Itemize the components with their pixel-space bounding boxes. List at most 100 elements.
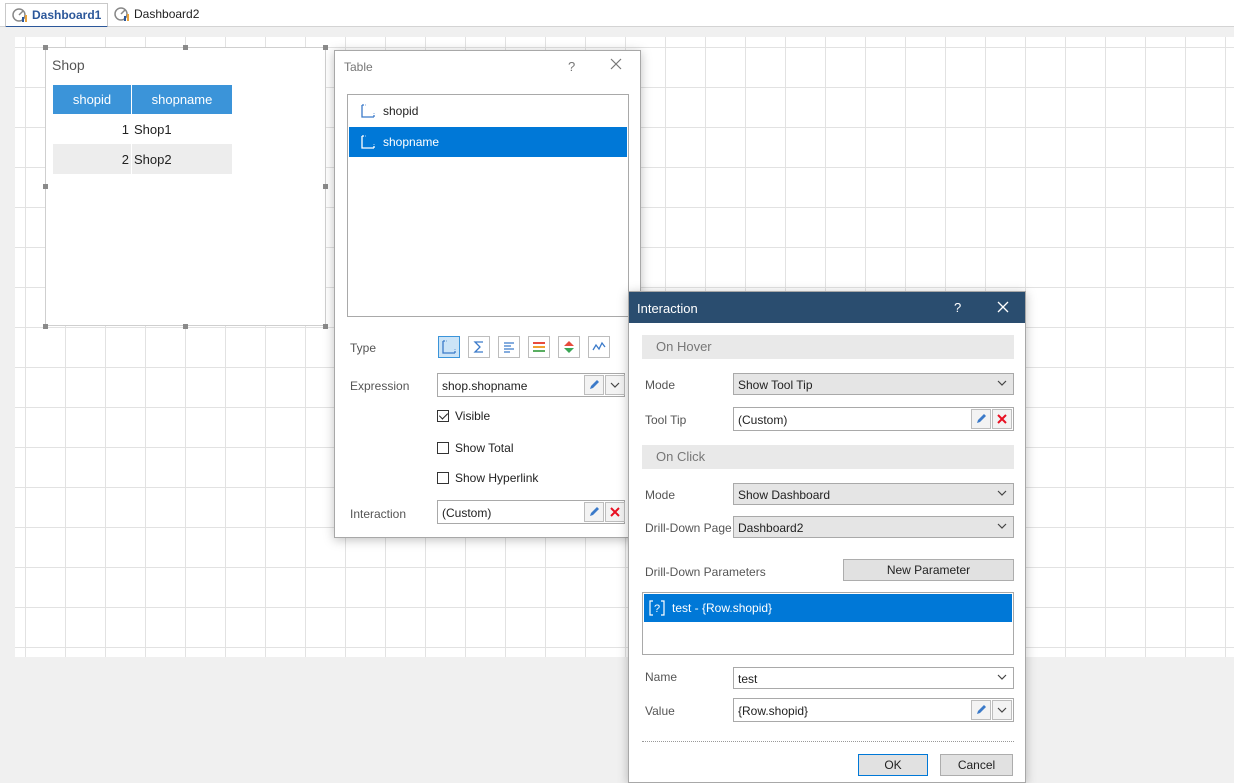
name-value: test (738, 672, 758, 686)
interaction-value: (Custom) (442, 506, 492, 520)
text-align-icon (504, 342, 514, 353)
delete-icon (997, 414, 1007, 424)
show-total-checkbox[interactable]: Show Total (437, 441, 513, 455)
click-mode-select[interactable]: Show Dashboard (733, 483, 1014, 505)
resize-handle[interactable] (323, 45, 328, 50)
resize-handle[interactable] (183, 324, 188, 329)
dialog-title: Table (344, 60, 373, 74)
close-icon (610, 58, 622, 70)
dialog-title-bar[interactable]: Interaction ? (629, 292, 1025, 323)
drilldown-page-select[interactable]: Dashboard2 (733, 516, 1014, 538)
widget-title: Shop (52, 57, 85, 73)
chevron-down-icon (997, 707, 1007, 713)
value-value: {Row.shopid} (738, 704, 809, 718)
dialog-title: Interaction (637, 301, 698, 316)
table-header-row: shopid shopname (53, 85, 232, 114)
tab-dashboard2[interactable]: Dashboard2 (108, 3, 205, 25)
up-down-arrows-icon (564, 341, 574, 353)
ok-button[interactable]: OK (858, 754, 928, 776)
expression-field[interactable]: shop.shopname (437, 373, 625, 397)
tab-dashboard1[interactable]: Dashboard1 (5, 3, 109, 28)
cell-shopname: Shop1 (134, 121, 172, 137)
resize-handle[interactable] (323, 184, 328, 189)
chevron-down-icon (997, 523, 1007, 529)
interaction-label: Interaction (350, 507, 407, 521)
pencil-icon (590, 507, 599, 516)
click-mode-label: Mode (645, 488, 676, 502)
field-list[interactable]: shopid shopname (347, 94, 629, 317)
sigma-icon (473, 341, 483, 353)
tooltip-field[interactable]: (Custom) (733, 407, 1014, 431)
field-item-shopid[interactable]: shopid (349, 96, 627, 126)
name-label: Name (645, 670, 678, 684)
hover-mode-select[interactable]: Show Tool Tip (733, 373, 1014, 395)
select-value: Show Tool Tip (738, 378, 813, 392)
type-sparkline-button[interactable] (588, 336, 610, 358)
type-sum-button[interactable] (468, 336, 490, 358)
type-dimension-button[interactable] (438, 336, 460, 358)
tooltip-label: Tool Tip (645, 413, 687, 427)
help-button[interactable]: ? (954, 300, 961, 315)
type-color-scale-button[interactable] (528, 336, 550, 358)
new-parameter-button[interactable]: New Parameter (843, 559, 1014, 581)
edit-tooltip-button[interactable] (971, 409, 991, 429)
cell-shopid: 1 (53, 114, 132, 144)
column-header-shopname[interactable]: shopname (131, 85, 232, 114)
type-text-button[interactable] (498, 336, 520, 358)
chevron-down-icon (610, 382, 620, 388)
help-button[interactable]: ? (568, 59, 575, 74)
parameter-list[interactable]: ? test - {Row.shopid} (642, 592, 1014, 655)
tab-label: Dashboard2 (134, 7, 200, 21)
hover-mode-label: Mode (645, 378, 676, 392)
show-hyperlink-checkbox[interactable]: Show Hyperlink (437, 471, 538, 485)
close-button[interactable] (996, 300, 1010, 319)
sparkline-icon (592, 341, 606, 351)
pencil-icon (977, 705, 986, 714)
dimension-icon (442, 340, 456, 354)
resize-handle[interactable] (43, 324, 48, 329)
field-label: shopname (383, 135, 440, 149)
dimension-field-icon (361, 135, 375, 149)
remove-tooltip-button[interactable] (992, 409, 1012, 429)
resize-handle[interactable] (43, 184, 48, 189)
svg-text:?: ? (654, 603, 660, 615)
delete-icon (610, 507, 620, 517)
edit-value-button[interactable] (971, 700, 991, 720)
tab-bar: Dashboard1 Dashboard2 (0, 0, 1234, 28)
list-item[interactable]: ? test - {Row.shopid} (644, 594, 1012, 622)
interaction-field[interactable]: (Custom) (437, 500, 625, 524)
expression-dropdown-button[interactable] (605, 375, 625, 395)
edit-expression-button[interactable] (584, 375, 604, 395)
close-icon (997, 301, 1009, 313)
checkbox-box (437, 410, 449, 422)
type-indicator-button[interactable] (558, 336, 580, 358)
close-button[interactable] (609, 57, 623, 76)
value-dropdown-button[interactable] (992, 700, 1012, 720)
pencil-icon (590, 380, 599, 389)
resize-handle[interactable] (323, 324, 328, 329)
chevron-down-icon (997, 380, 1007, 386)
field-item-shopname[interactable]: shopname (349, 127, 627, 157)
edit-interaction-button[interactable] (584, 502, 604, 522)
shop-table-widget[interactable]: Shop shopid shopname 1 Shop1 2 Shop2 (45, 47, 326, 326)
parameter-name-field[interactable]: test (733, 667, 1014, 689)
table-row[interactable]: 1 Shop1 (53, 114, 232, 144)
dashboard-icon (114, 7, 129, 21)
table-properties-dialog: Table ? shopid shopname Type Expression … (334, 50, 641, 538)
drilldown-parameters-label: Drill-Down Parameters (645, 565, 766, 579)
resize-handle[interactable] (183, 45, 188, 50)
cancel-button[interactable]: Cancel (940, 754, 1013, 776)
interaction-dialog: Interaction ? On Hover Mode Show Tool Ti… (628, 291, 1026, 783)
parameter-value-field[interactable]: {Row.shopid} (733, 698, 1014, 722)
parameter-icon: ? (649, 600, 665, 616)
visible-checkbox[interactable]: Visible (437, 409, 490, 423)
checkbox-label: Show Hyperlink (455, 471, 539, 485)
cell-shopname: Shop2 (131, 144, 232, 174)
column-header-shopid[interactable]: shopid (53, 85, 132, 114)
tooltip-value: (Custom) (738, 413, 788, 427)
resize-handle[interactable] (43, 45, 48, 50)
expression-label: Expression (350, 379, 410, 393)
checkbox-box (437, 442, 449, 454)
table-row[interactable]: 2 Shop2 (53, 144, 232, 174)
remove-interaction-button[interactable] (605, 502, 625, 522)
